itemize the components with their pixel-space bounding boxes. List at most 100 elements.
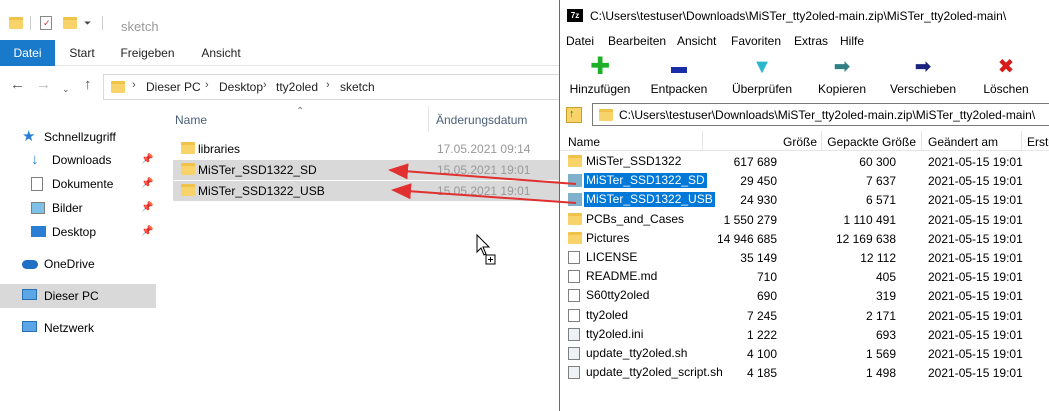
tab-datei[interactable]: Datei	[0, 40, 55, 66]
column-divider[interactable]	[921, 131, 922, 151]
folder-icon	[111, 81, 125, 93]
nav-item-downloads[interactable]: ↓ Downloads 📌	[0, 148, 156, 172]
breadcrumb-dieser-pc[interactable]: Dieser PC	[146, 80, 201, 94]
archive-item-name: PCBs_and_Cases	[586, 212, 685, 226]
archive-row[interactable]: README.md 710 405 2021-05-15 19:01	[560, 267, 1049, 286]
tab-start[interactable]: Start	[62, 40, 102, 66]
column-modified[interactable]: Geändert am	[928, 135, 998, 149]
nav-item-desktop[interactable]: Desktop 📌	[0, 220, 156, 244]
menu-datei[interactable]: Datei	[566, 34, 594, 48]
nav-item-bilder[interactable]: Bilder 📌	[0, 196, 156, 220]
delete-button[interactable]: ✖ Löschen	[972, 51, 1040, 99]
menu-extras[interactable]: Extras	[794, 34, 828, 48]
chevron-right-icon[interactable]: ›	[326, 79, 330, 91]
archive-row[interactable]: MiSTer_SSD1322_USB 24 930 6 571 2021-05-15 …	[560, 190, 1049, 209]
tab-ansicht[interactable]: Ansicht	[192, 40, 250, 66]
nav-item-netzwerk[interactable]: Netzwerk	[0, 316, 156, 340]
recent-locations-chevron-icon[interactable]: ⌄	[62, 81, 70, 97]
folder-icon	[181, 184, 195, 196]
plus-icon: ✚	[589, 53, 611, 80]
archive-item-name: tty2oled	[586, 308, 629, 322]
archive-row[interactable]: PCBs_and_Cases 1 550 279 1 110 491 2021-05-…	[560, 210, 1049, 229]
folder-icon	[568, 155, 582, 167]
file-row-mister-ssd1322-usb[interactable]: MiSTer_SSD1322_USB 15.05.2021 19:01	[173, 181, 560, 201]
7zip-window: 7z C:\Users\testuser\Downloads\MiSTer_tt…	[559, 0, 1049, 411]
customize-quick-access-icon[interactable]: ⏷	[84, 18, 91, 29]
archive-item-modified: 2021-05-15 19:01	[928, 193, 1023, 207]
tab-freigeben[interactable]: Freigeben	[115, 40, 180, 66]
archive-item-packed-size: 60 300	[859, 155, 896, 169]
move-button[interactable]: ➡ Verschieben	[883, 51, 963, 99]
menu-ansicht[interactable]: Ansicht	[677, 34, 716, 48]
copy-button[interactable]: ➡ Kopieren	[808, 51, 876, 99]
menu-hilfe[interactable]: Hilfe	[840, 34, 864, 48]
copy-arrow-icon: ➡	[833, 56, 851, 78]
archive-item-size: 7 245	[746, 309, 777, 323]
menu-bearbeiten[interactable]: Bearbeiten	[608, 34, 666, 48]
pictures-icon	[31, 202, 45, 214]
archive-row[interactable]: S60tty2oled 690 319 2021-05-15 19:01	[560, 286, 1049, 305]
archive-item-packed-size: 2 171	[865, 309, 896, 323]
properties-icon[interactable]: ✓	[40, 16, 52, 30]
archive-item-modified: 2021-05-15 19:01	[928, 174, 1023, 188]
archive-row[interactable]: MiSTer_SSD1322 617 689 60 300 2021-05-15 19…	[560, 152, 1049, 171]
address-bar[interactable]: › Dieser PC › Desktop › tty2oled › sketc…	[103, 74, 563, 100]
archive-item-modified: 2021-05-15 19:01	[928, 155, 1023, 169]
archive-row[interactable]: tty2oled.ini 1 222 693 2021-05-15 19:01	[560, 325, 1049, 344]
breadcrumb-desktop[interactable]: Desktop	[219, 80, 263, 94]
breadcrumb-sketch[interactable]: sketch	[340, 80, 375, 94]
test-button[interactable]: ▼ Überprüfen	[724, 51, 800, 99]
nav-item-label: Dokumente	[52, 177, 114, 191]
path-input[interactable]: C:\Users\testuser\Downloads\MiSTer_tty2o…	[592, 103, 1049, 126]
nav-item-onedrive[interactable]: OneDrive	[0, 252, 156, 276]
file-row-libraries[interactable]: libraries 17.05.2021 09:14	[173, 139, 560, 159]
window-title: sketch	[121, 19, 159, 34]
column-divider[interactable]	[1021, 131, 1022, 151]
column-packed-size[interactable]: Gepackte Größe	[822, 135, 916, 149]
archive-row[interactable]: update_tty2oled_script.sh 4 185 1 498 2021-…	[560, 363, 1049, 382]
pin-icon: 📌	[141, 226, 154, 237]
menu-bar: Datei Bearbeiten Ansicht Favoriten Extra…	[560, 31, 1049, 51]
file-row-mister-ssd1322-sd[interactable]: MiSTer_SSD1322_SD 15.05.2021 19:01	[173, 160, 560, 180]
chevron-right-icon[interactable]: ›	[263, 79, 267, 91]
archive-row[interactable]: update_tty2oled.sh 4 100 1 569 2021-05-15 1…	[560, 344, 1049, 363]
column-size[interactable]: Größe	[703, 135, 817, 149]
archive-row[interactable]: tty2oled 7 245 2 171 2021-05-15 19:01	[560, 306, 1049, 325]
archive-row[interactable]: LICENSE 35 149 12 112 2021-05-15 19:01	[560, 248, 1049, 267]
navigation-pane: ★ Schnellzugriff ↓ Downloads 📌 Dokumente…	[0, 106, 156, 411]
ribbon-tabs: Datei Start Freigeben Ansicht	[0, 40, 560, 66]
column-name[interactable]: Name	[175, 113, 207, 127]
column-divider[interactable]	[428, 106, 429, 132]
archive-item-packed-size: 12 112	[860, 251, 896, 265]
chevron-right-icon[interactable]: ›	[132, 79, 136, 91]
column-created[interactable]: Erste	[1027, 135, 1049, 149]
archive-item-packed-size: 1 498	[865, 366, 896, 380]
archive-item-name: MiSTer_SSD1322_SD	[584, 173, 707, 188]
breadcrumb-tty2oled[interactable]: tty2oled	[276, 80, 318, 94]
archive-item-packed-size: 7 637	[865, 174, 896, 188]
up-arrow-icon[interactable]: ↑	[84, 77, 92, 93]
nav-item-dieser-pc[interactable]: Dieser PC	[0, 284, 156, 308]
menu-favoriten[interactable]: Favoriten	[731, 34, 781, 48]
back-arrow-icon[interactable]: ←	[10, 77, 25, 93]
delete-icon: ✖	[997, 56, 1015, 78]
new-folder-icon[interactable]	[63, 17, 77, 29]
nav-item-dokumente[interactable]: Dokumente 📌	[0, 172, 156, 196]
up-folder-icon[interactable]: ↑	[566, 107, 582, 123]
extract-button[interactable]: Entpacken	[643, 51, 715, 99]
nav-item-label: Dieser PC	[44, 289, 99, 303]
column-date[interactable]: Änderungsdatum	[436, 113, 527, 127]
pin-icon: 📌	[141, 154, 154, 165]
archive-row[interactable]: Pictures 14 946 685 12 169 638 2021-05-15 1…	[560, 229, 1049, 248]
add-button[interactable]: ✚ Hinzufügen	[564, 51, 636, 99]
forward-arrow-icon[interactable]: →	[36, 77, 51, 93]
file-date: 15.05.2021 19:01	[437, 184, 531, 198]
archive-item-name: Pictures	[586, 231, 630, 245]
archive-list-header: Name Größe Gepackte Größe Geändert am Er…	[560, 131, 1049, 151]
nav-item-schnellzugriff[interactable]: ★ Schnellzugriff	[0, 125, 156, 149]
archive-row[interactable]: MiSTer_SSD1322_SD 29 450 7 637 2021-05-15 1…	[560, 171, 1049, 190]
chevron-right-icon[interactable]: ›	[205, 79, 209, 91]
column-name[interactable]: Name	[568, 135, 600, 149]
archive-item-modified: 2021-05-15 19:01	[928, 213, 1023, 227]
archive-item-size: 35 149	[740, 251, 777, 265]
